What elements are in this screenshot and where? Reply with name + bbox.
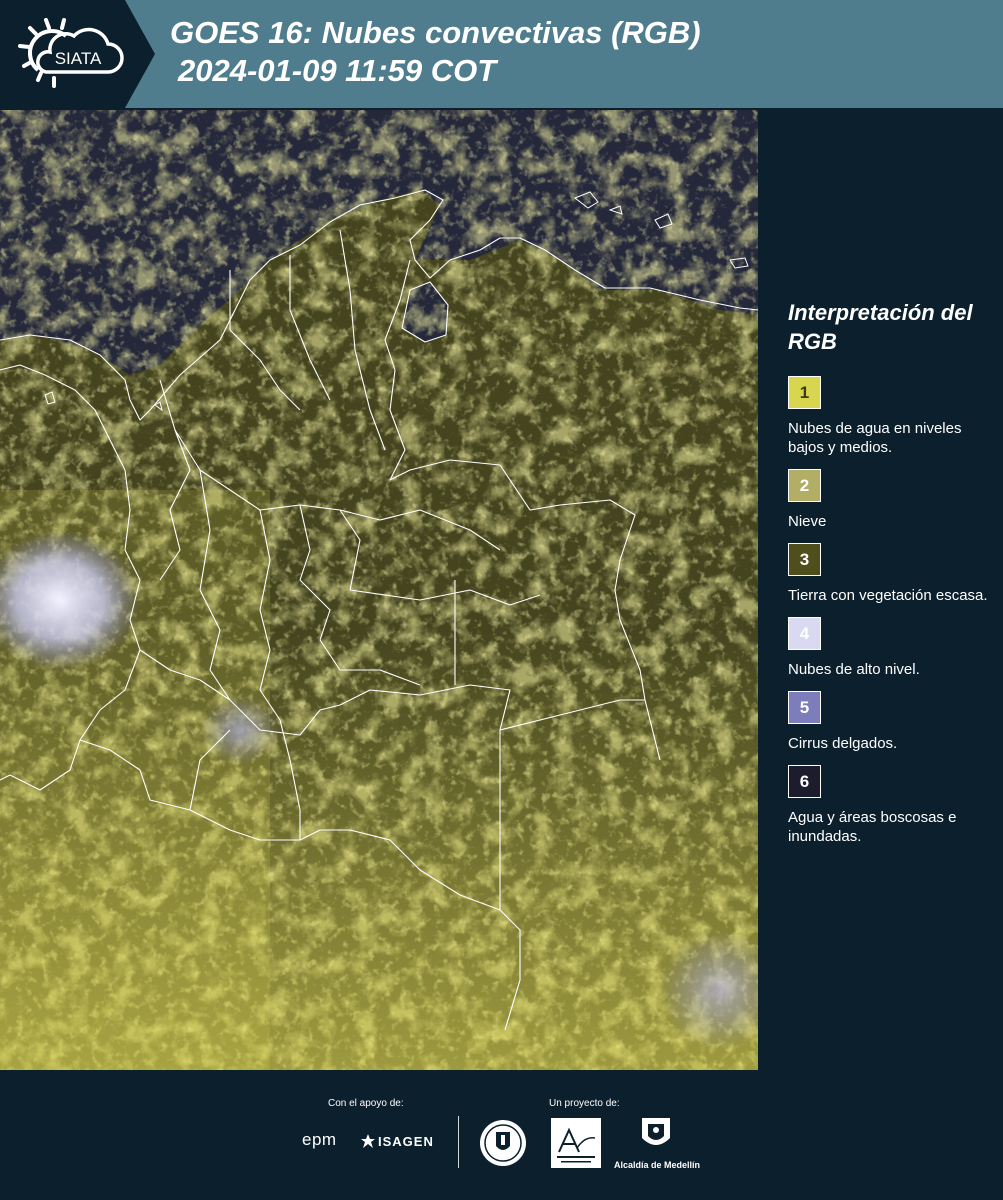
legend-swatch: 3 xyxy=(788,543,821,576)
legend-item: 4 Nubes de alto nivel. xyxy=(788,617,988,679)
legend-label: Nubes de alto nivel. xyxy=(788,661,920,678)
legend-item: 5 Cirrus delgados. xyxy=(788,691,988,753)
epm-logo: epm xyxy=(302,1130,337,1149)
legend-swatch: 5 xyxy=(788,691,821,724)
isagen-icon xyxy=(361,1134,375,1148)
area-metropolitana-logo xyxy=(551,1118,601,1168)
legend-label: Cirrus delgados. xyxy=(788,735,898,752)
support-caption: Con el apoyo de: xyxy=(328,1098,404,1109)
legend-label: Nieve xyxy=(788,513,827,530)
medellin-seal-icon xyxy=(480,1120,526,1166)
siata-logo-text: SIATA xyxy=(55,49,102,68)
legend-item: 1 Nubes de agua en niveles bajos y medios… xyxy=(788,376,988,457)
project-caption: Un proyecto de: xyxy=(549,1098,620,1109)
legend-label: Agua y áreas boscosas e inundadas. xyxy=(788,809,957,845)
legend-swatch: 1 xyxy=(788,376,821,409)
legend-swatch: 2 xyxy=(788,469,821,502)
satellite-image xyxy=(0,110,758,1070)
title-line-1: GOES 16: Nubes convectivas (RGB) xyxy=(170,15,701,50)
satellite-map[interactable] xyxy=(0,110,758,1070)
page-title: GOES 16: Nubes convectivas (RGB) 2024-01… xyxy=(170,14,701,90)
footer: Con el apoyo de: Un proyecto de: epm ISA… xyxy=(0,1070,1003,1200)
isagen-logo: ISAGEN xyxy=(378,1134,434,1149)
footer-divider xyxy=(458,1116,459,1168)
legend-item: 3 Tierra con vegetación escasa. xyxy=(788,543,988,605)
legend-swatch: 4 xyxy=(788,617,821,650)
legend-label: Nubes de agua en niveles bajos y medios. xyxy=(788,420,962,456)
legend-item: 6 Agua y áreas boscosas e inundadas. xyxy=(788,765,988,846)
alcaldia-text: Alcaldía de Medellín xyxy=(614,1160,701,1170)
header: SIATA GOES 16: Nubes convectivas (RGB) 2… xyxy=(0,0,1003,108)
legend-swatch: 6 xyxy=(788,765,821,798)
rgb-legend: Interpretación del RGB 1 Nubes de agua en… xyxy=(788,298,988,858)
alcaldia-shield-icon xyxy=(642,1118,670,1145)
legend-items: 1 Nubes de agua en niveles bajos y medios… xyxy=(788,376,988,846)
legend-title: Interpretación del RGB xyxy=(788,300,973,354)
siata-logo: SIATA xyxy=(18,18,124,88)
legend-label: Tierra con vegetación escasa. xyxy=(788,587,988,604)
legend-item: 2 Nieve xyxy=(788,469,988,531)
title-line-2: 2024-01-09 11:59 COT xyxy=(178,53,497,88)
